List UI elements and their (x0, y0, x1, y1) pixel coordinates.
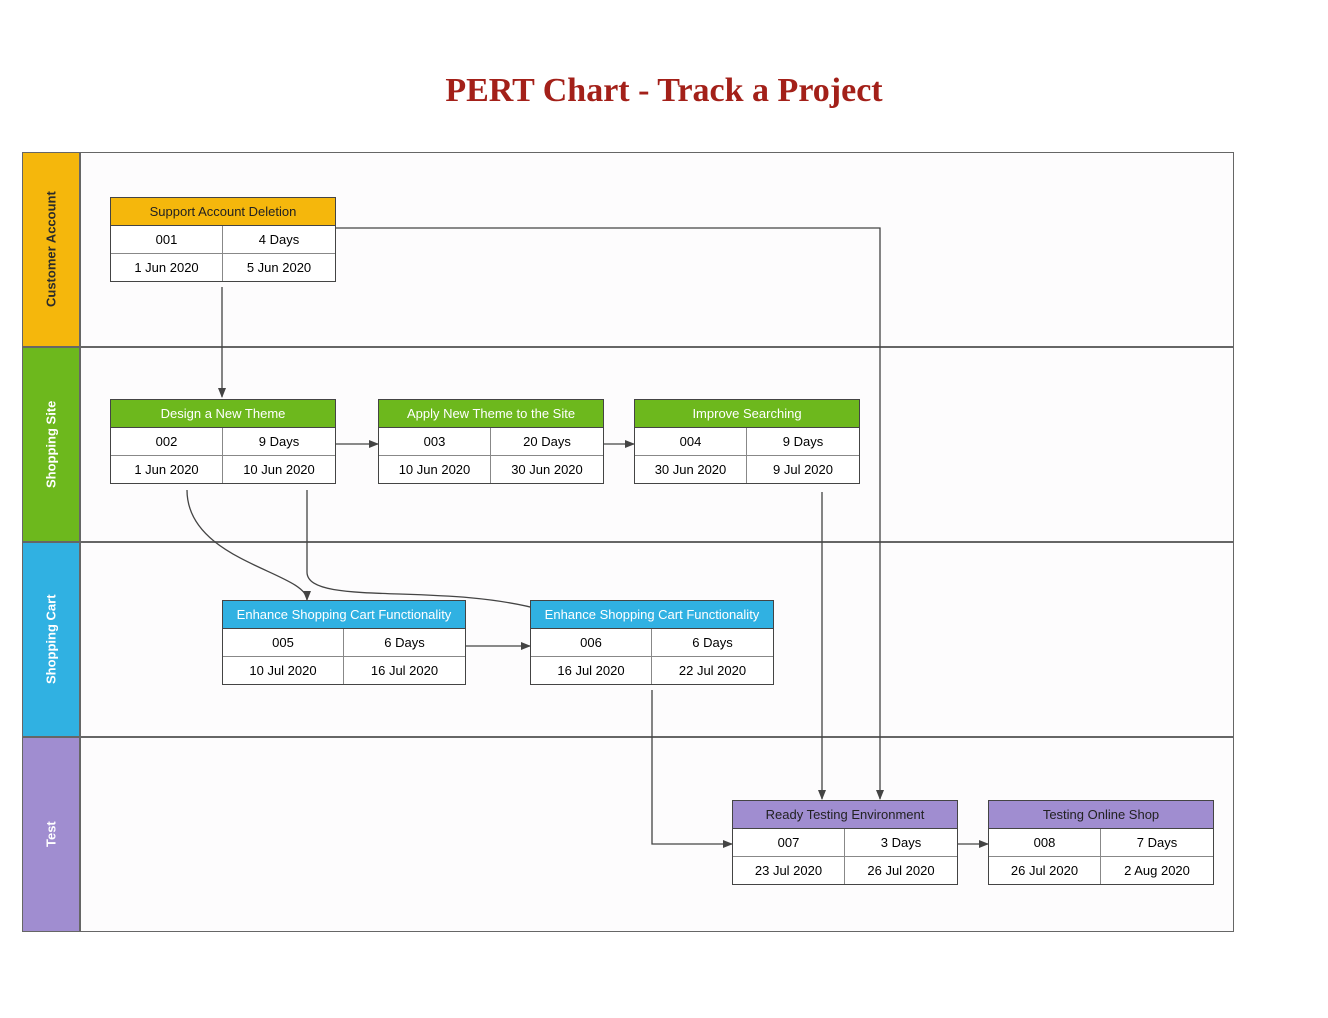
task-005-start: 10 Jul 2020 (223, 657, 344, 684)
task-007: Ready Testing Environment 007 3 Days 23 … (732, 800, 958, 885)
task-002-end: 10 Jun 2020 (223, 456, 335, 483)
task-008-id: 008 (989, 829, 1101, 856)
task-008-duration: 7 Days (1101, 829, 1213, 856)
task-006-start: 16 Jul 2020 (531, 657, 652, 684)
task-007-duration: 3 Days (845, 829, 957, 856)
task-003-start: 10 Jun 2020 (379, 456, 491, 483)
task-003-id: 003 (379, 428, 491, 455)
task-006-duration: 6 Days (652, 629, 773, 656)
task-005-title: Enhance Shopping Cart Functionality (223, 601, 465, 629)
task-001-title: Support Account Deletion (111, 198, 335, 226)
lane-label-customer-account: Customer Account (22, 152, 80, 347)
task-002-title: Design a New Theme (111, 400, 335, 428)
task-004-duration: 9 Days (747, 428, 859, 455)
lane-label-shopping-site: Shopping Site (22, 347, 80, 542)
task-002-start: 1 Jun 2020 (111, 456, 223, 483)
task-006-title: Enhance Shopping Cart Functionality (531, 601, 773, 629)
task-005-duration: 6 Days (344, 629, 465, 656)
task-005: Enhance Shopping Cart Functionality 005 … (222, 600, 466, 685)
task-005-id: 005 (223, 629, 344, 656)
pert-chart: Customer Account Shopping Site Shopping … (22, 152, 1234, 932)
task-001-start: 1 Jun 2020 (111, 254, 223, 281)
task-003-duration: 20 Days (491, 428, 603, 455)
task-002-duration: 9 Days (223, 428, 335, 455)
lane-label-test: Test (22, 737, 80, 932)
task-005-end: 16 Jul 2020 (344, 657, 465, 684)
task-001-end: 5 Jun 2020 (223, 254, 335, 281)
task-004-title: Improve Searching (635, 400, 859, 428)
task-001: Support Account Deletion 001 4 Days 1 Ju… (110, 197, 336, 282)
task-007-id: 007 (733, 829, 845, 856)
task-001-duration: 4 Days (223, 226, 335, 253)
task-007-start: 23 Jul 2020 (733, 857, 845, 884)
page-title: PERT Chart - Track a Project (0, 72, 1328, 110)
task-003: Apply New Theme to the Site 003 20 Days … (378, 399, 604, 484)
task-004-start: 30 Jun 2020 (635, 456, 747, 483)
task-006: Enhance Shopping Cart Functionality 006 … (530, 600, 774, 685)
task-008-title: Testing Online Shop (989, 801, 1213, 829)
task-001-id: 001 (111, 226, 223, 253)
task-006-id: 006 (531, 629, 652, 656)
task-002: Design a New Theme 002 9 Days 1 Jun 2020… (110, 399, 336, 484)
task-008-start: 26 Jul 2020 (989, 857, 1101, 884)
task-007-end: 26 Jul 2020 (845, 857, 957, 884)
task-006-end: 22 Jul 2020 (652, 657, 773, 684)
task-007-title: Ready Testing Environment (733, 801, 957, 829)
task-008-end: 2 Aug 2020 (1101, 857, 1213, 884)
task-003-title: Apply New Theme to the Site (379, 400, 603, 428)
task-004: Improve Searching 004 9 Days 30 Jun 2020… (634, 399, 860, 484)
task-004-id: 004 (635, 428, 747, 455)
task-002-id: 002 (111, 428, 223, 455)
lane-label-shopping-cart: Shopping Cart (22, 542, 80, 737)
task-008: Testing Online Shop 008 7 Days 26 Jul 20… (988, 800, 1214, 885)
task-003-end: 30 Jun 2020 (491, 456, 603, 483)
task-004-end: 9 Jul 2020 (747, 456, 859, 483)
